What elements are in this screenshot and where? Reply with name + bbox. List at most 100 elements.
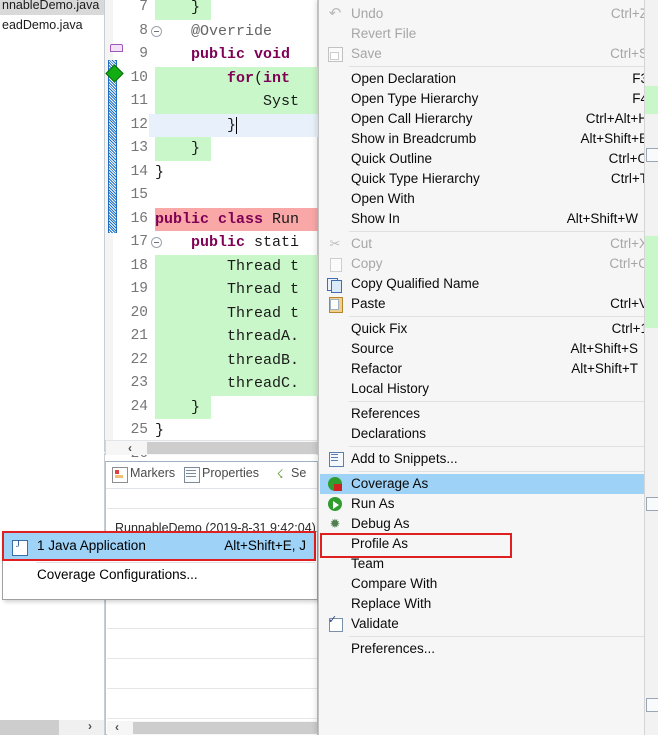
menu-item-open-declaration[interactable]: Open Declaration F3 <box>320 69 656 89</box>
menu-item-label: Compare With <box>351 576 438 591</box>
menu-item-label: Paste <box>351 296 386 311</box>
code-text: Thread t <box>155 304 300 322</box>
menu-item-label: Add to Snippets... <box>351 451 458 466</box>
submenu-item-label: Coverage Configurations... <box>37 567 198 582</box>
code-line[interactable]: 20 Thread t <box>116 301 357 325</box>
menu-item-quick-fix[interactable]: Quick Fix Ctrl+1 <box>320 319 656 339</box>
menu-item-label: Team <box>351 556 385 571</box>
code-line[interactable]: 18 Thread t <box>116 254 357 278</box>
menu-item-quick-type-hierarchy[interactable]: Quick Type Hierarchy Ctrl+T <box>320 169 656 189</box>
view-menu-icon[interactable] <box>646 148 658 162</box>
menu-item-validate[interactable]: Validate <box>320 614 656 634</box>
line-number: 9 <box>139 46 148 62</box>
menu-item-team[interactable]: Team› <box>320 554 656 574</box>
code-line[interactable]: 17 public stati <box>116 231 318 255</box>
code-line[interactable]: 12 } <box>116 113 434 137</box>
line-number: 11 <box>130 93 148 109</box>
menu-item-run-as[interactable]: Run As› <box>320 494 656 514</box>
code-text: public class Run <box>155 210 300 228</box>
menu-item-source[interactable]: SourceAlt+Shift+S› <box>320 339 656 359</box>
code-text: Thread t <box>155 281 300 298</box>
editor-scroll-thumb[interactable] <box>147 442 327 454</box>
code-line[interactable]: 24 } <box>116 395 318 419</box>
editor-hscrollbar[interactable]: ‹ <box>106 440 327 455</box>
code-line[interactable]: 14} <box>116 161 318 185</box>
menu-item-replace-with[interactable]: Replace With› <box>320 594 656 614</box>
menu-item-debug-as[interactable]: ✹Debug As› <box>320 514 656 534</box>
code-line[interactable]: 10 for(int <box>116 66 357 90</box>
code-line[interactable]: 8 @Override <box>116 20 318 44</box>
code-line[interactable]: 9 public void <box>116 43 318 67</box>
code-line[interactable]: 25} <box>116 419 318 443</box>
submenu-item-java-application[interactable]: 1 Java Application Alt+Shift+E, J <box>4 533 316 561</box>
menu-item-label: Replace With <box>351 596 432 611</box>
line-number: 23 <box>130 375 148 391</box>
menu-item-open-type-hierarchy[interactable]: Open Type Hierarchy F4 <box>320 89 656 109</box>
markers-icon <box>112 467 128 483</box>
menu-separator <box>349 636 651 637</box>
code-line[interactable]: 15 <box>116 184 318 208</box>
menu-item-local-history[interactable]: Local History› <box>320 379 656 399</box>
menu-item-save[interactable]: Save Ctrl+S <box>320 44 656 64</box>
bottom-view-hscrollbar[interactable]: ‹ <box>107 720 317 735</box>
menu-item-cut[interactable]: ✂ Cut Ctrl+X <box>320 234 656 254</box>
editor-code-area[interactable]: 7 } 8 @Override 9 public void 10 for(int 11 … <box>0 0 434 462</box>
code-line[interactable]: 19 Thread t <box>116 278 357 302</box>
chevron-left-icon[interactable]: ‹ <box>115 720 119 734</box>
coverage-as-submenu[interactable]: 1 Java Application Alt+Shift+E, J Coverage… <box>2 531 318 600</box>
tab-markers[interactable]: Markers <box>130 466 175 484</box>
code-line[interactable]: 23 threadC. <box>116 372 357 396</box>
bottom-view-scroll-thumb[interactable] <box>133 722 317 734</box>
line-number: 17 <box>130 234 148 250</box>
menu-item-preferences[interactable]: Preferences... <box>320 639 656 659</box>
menu-item-references[interactable]: References› <box>320 404 656 424</box>
menu-item-label: References <box>351 406 421 421</box>
menu-item-open-call-hierarchy[interactable]: Open Call Hierarchy Ctrl+Alt+H <box>320 109 656 129</box>
code-text: threadC. <box>155 375 300 392</box>
line-number: 25 <box>130 422 148 438</box>
menu-item-coverage-as[interactable]: Coverage As› <box>320 474 656 494</box>
menu-item-paste[interactable]: Paste Ctrl+V <box>320 294 656 314</box>
table-row-divider <box>107 688 317 689</box>
menu-item-revert-file[interactable]: Revert File <box>320 24 656 44</box>
menu-item-label: Open Type Hierarchy <box>351 91 479 106</box>
menu-item-shortcut: Ctrl+C <box>609 256 648 271</box>
line-number: 21 <box>130 328 148 344</box>
menu-item-refactor[interactable]: RefactorAlt+Shift+T› <box>320 359 656 379</box>
menu-item-show-in[interactable]: Show InAlt+Shift+W› <box>320 209 656 229</box>
code-line[interactable]: 7 } <box>116 0 318 20</box>
chevron-left-icon[interactable]: ‹ <box>128 441 132 455</box>
tab-properties[interactable]: Properties <box>202 466 259 484</box>
view-tab-strip[interactable]: Markers Properties ☇ Se <box>106 462 317 489</box>
code-line[interactable]: 11 Syst <box>116 90 357 114</box>
menu-item-compare-with[interactable]: Compare With› <box>320 574 656 594</box>
code-line[interactable]: 16 public class Run <box>116 207 357 231</box>
tab-search[interactable]: Se <box>291 466 306 484</box>
submenu-item-coverage-configurations[interactable]: Coverage Configurations... <box>4 562 316 590</box>
menu-item-copy[interactable]: Copy Ctrl+C <box>320 254 656 274</box>
code-line[interactable]: 21 threadA. <box>116 325 357 349</box>
menu-item-show-in-breadcrumb[interactable]: Show in Breadcrumb Alt+Shift+B <box>320 129 656 149</box>
menu-item-add-to-snippets[interactable]: Add to Snippets... <box>320 449 656 469</box>
menu-item-undo[interactable]: ↶ Undo Ctrl+Z <box>320 4 656 24</box>
left-panel-hscrollbar[interactable]: › <box>0 719 104 735</box>
menu-item-label: Save <box>351 46 382 61</box>
menu-item-open-with[interactable]: Open With› <box>320 189 656 209</box>
menu-item-declarations[interactable]: Declarations› <box>320 424 656 444</box>
menu-item-shortcut: Ctrl+X <box>610 236 648 251</box>
left-panel-scroll-thumb[interactable] <box>0 720 59 735</box>
restore-icon[interactable] <box>646 698 658 712</box>
code-line[interactable]: 22 threadB. <box>116 348 357 372</box>
code-text: } <box>155 116 237 134</box>
minimize-icon[interactable] <box>646 497 658 511</box>
code-line[interactable]: 13 } <box>116 137 318 161</box>
table-row-divider <box>107 628 317 629</box>
menu-item-profile-as[interactable]: Profile As› <box>320 534 656 554</box>
code-text: @Override <box>191 22 273 40</box>
menu-item-copy-qualified-name[interactable]: Copy Qualified Name <box>320 274 656 294</box>
menu-item-quick-outline[interactable]: Quick Outline Ctrl+O <box>320 149 656 169</box>
chevron-right-icon[interactable]: › <box>88 719 92 733</box>
editor-context-menu[interactable]: ↶ Undo Ctrl+Z Revert File Save Ctrl+S Open Dec… <box>318 0 658 735</box>
menu-item-label: Undo <box>351 6 384 21</box>
menu-separator <box>349 446 651 447</box>
